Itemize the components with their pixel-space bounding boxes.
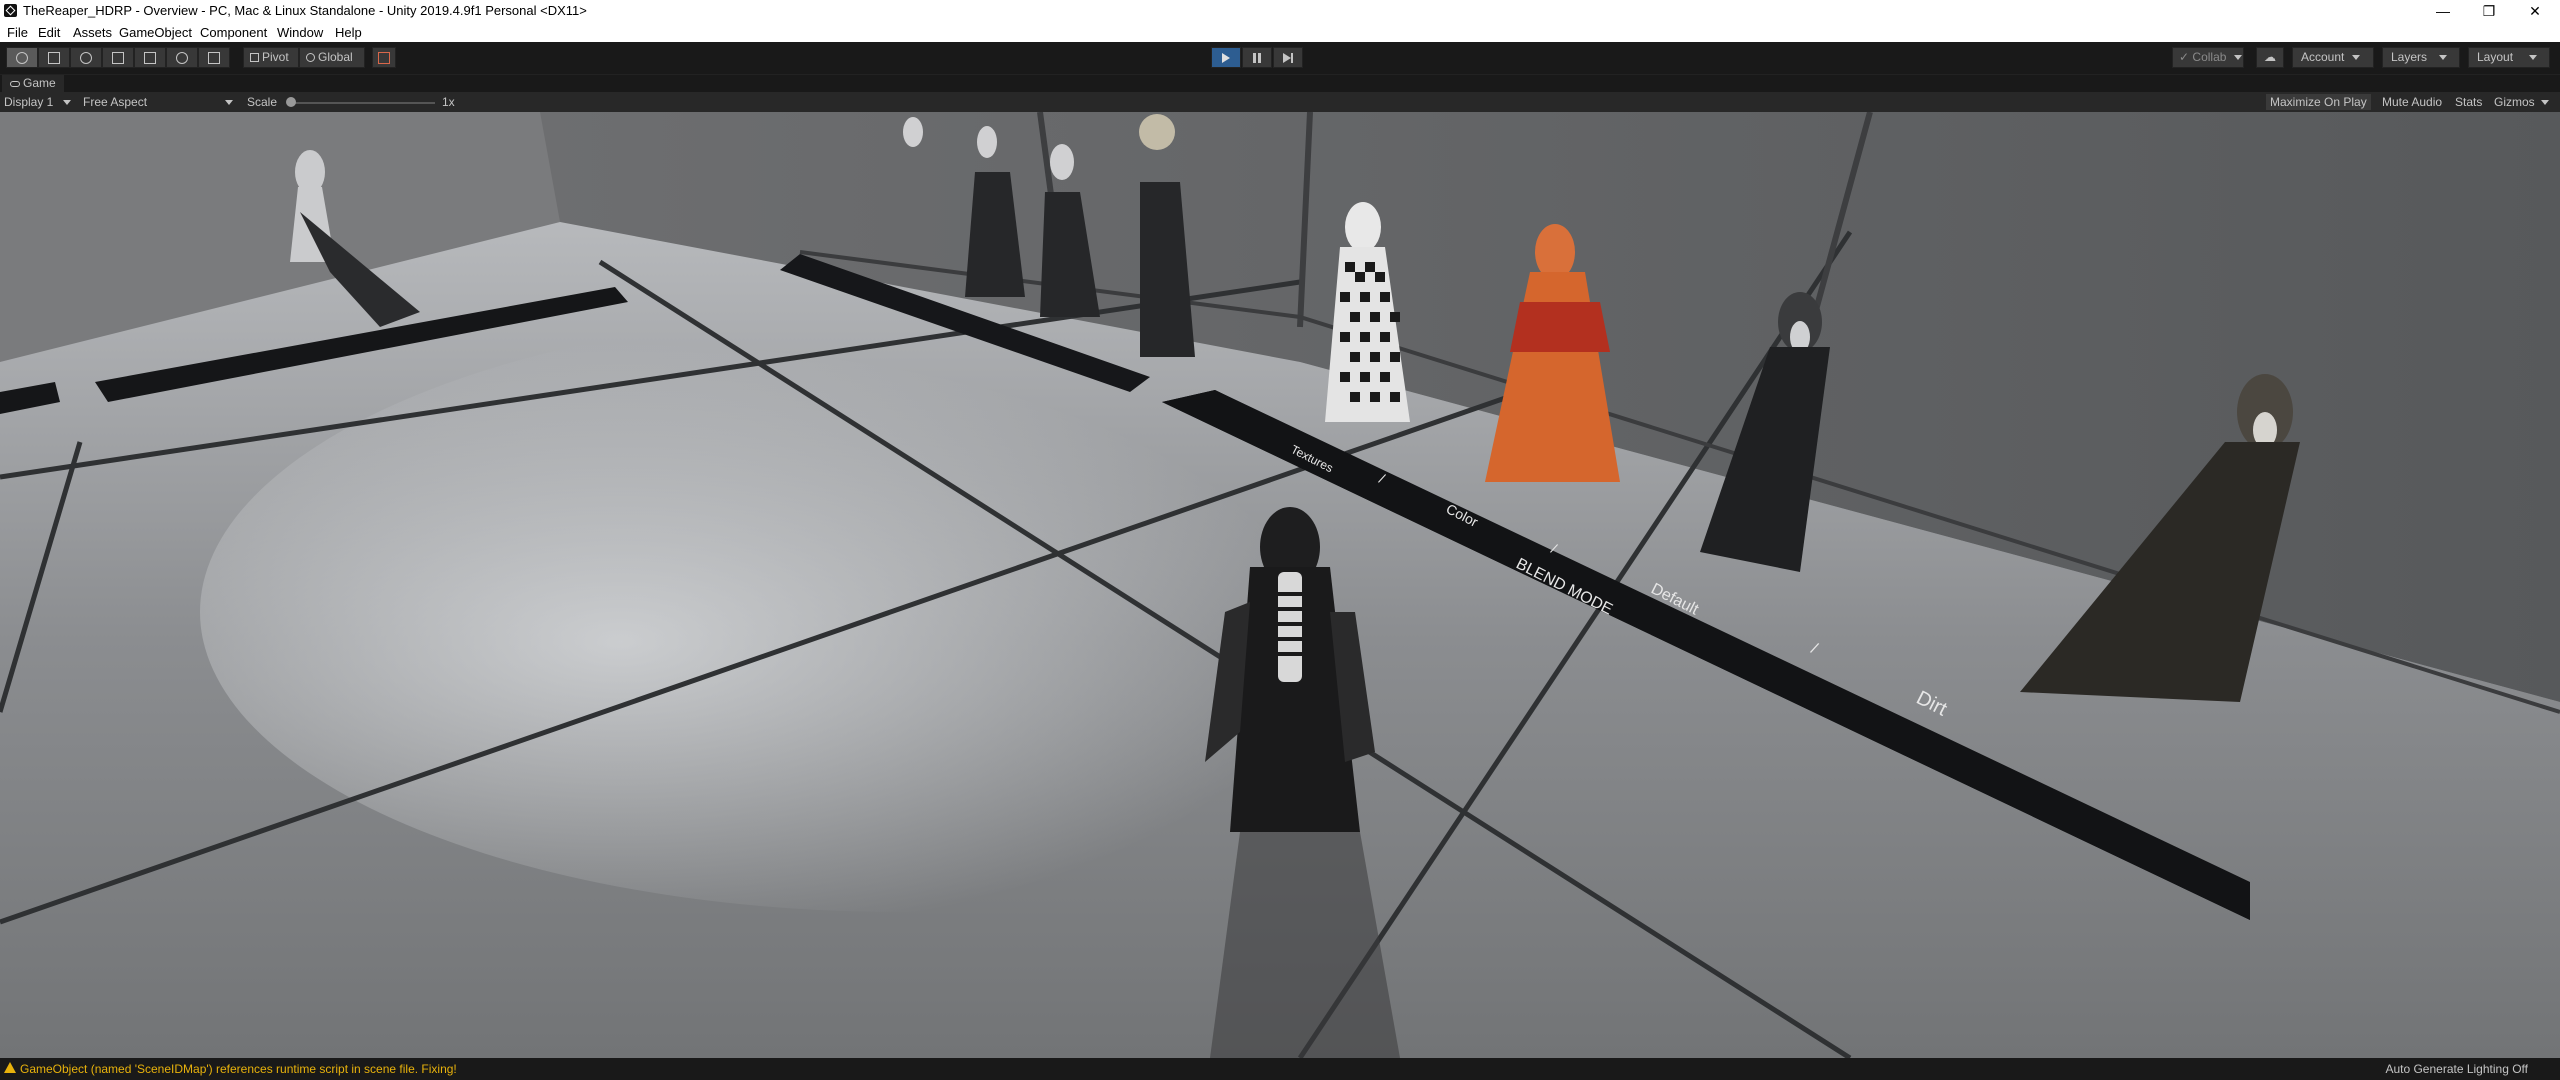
menu-bar: File Edit Assets GameObject Component Wi…: [0, 22, 2560, 42]
game-controller-icon: [10, 80, 20, 87]
account-dropdown[interactable]: Account: [2292, 47, 2374, 68]
warning-icon: [4, 1062, 16, 1073]
move-icon: [48, 51, 60, 64]
menu-edit[interactable]: Edit: [38, 25, 60, 40]
restore-button[interactable]: ❐: [2466, 0, 2512, 22]
chevron-down-icon: [2234, 55, 2243, 61]
maximize-on-play-toggle[interactable]: Maximize On Play: [2266, 94, 2371, 110]
scene-render: Textures / Color / BLEND MODE Default / …: [0, 112, 2560, 1058]
chevron-down-icon: [2540, 100, 2549, 106]
layout-dropdown[interactable]: Layout: [2468, 47, 2550, 68]
collab-dropdown[interactable]: ✓ Collab: [2172, 47, 2244, 68]
aspect-dropdown[interactable]: Free Aspect: [83, 95, 234, 109]
chevron-down-icon: [225, 100, 234, 106]
main-toolbar: Pivot Global ✓ Collab ☁ Account Layers L…: [0, 42, 2560, 74]
scale-tool-button[interactable]: [102, 47, 134, 68]
chevron-down-icon: [63, 100, 72, 106]
ceiling-light: [1139, 114, 1175, 150]
console-message[interactable]: GameObject (named 'SceneIDMap') referenc…: [20, 1062, 457, 1076]
step-button[interactable]: [1273, 47, 1303, 68]
scale-label: Scale: [247, 95, 278, 109]
step-icon: [1283, 48, 1293, 67]
menu-component[interactable]: Component: [200, 25, 267, 40]
pause-button[interactable]: [1242, 47, 1272, 68]
pivot-toggle[interactable]: Pivot: [243, 47, 299, 68]
grid-snap-icon: [378, 51, 390, 64]
menu-help[interactable]: Help: [335, 25, 362, 40]
rect-tool-button[interactable]: [134, 47, 166, 68]
menu-gameobject[interactable]: GameObject: [119, 25, 192, 40]
minimize-button[interactable]: —: [2420, 0, 2466, 22]
play-icon: [1222, 52, 1230, 63]
menu-assets[interactable]: Assets: [73, 25, 112, 40]
layers-dropdown[interactable]: Layers: [2382, 47, 2460, 68]
gizmos-dropdown[interactable]: Gizmos: [2490, 94, 2553, 110]
scale-slider-track[interactable]: [290, 102, 435, 104]
game-viewport[interactable]: Textures / Color / BLEND MODE Default / …: [0, 112, 2560, 1058]
collab-check-icon: ✓: [2179, 50, 2190, 64]
status-bar[interactable]: GameObject (named 'SceneIDMap') referenc…: [0, 1058, 2560, 1080]
global-toggle[interactable]: Global: [299, 47, 365, 68]
eye-icon: [16, 51, 28, 64]
tools-icon: [208, 51, 220, 64]
display-dropdown[interactable]: Display 1: [4, 95, 72, 109]
stats-toggle[interactable]: Stats: [2451, 94, 2486, 110]
chevron-down-icon: [2529, 55, 2538, 61]
menu-window[interactable]: Window: [277, 25, 323, 40]
window-title-bar: TheReaper_HDRP - Overview - PC, Mac & Li…: [0, 0, 2560, 22]
game-view-tab-bar: Game: [0, 74, 2560, 92]
rotate-icon: [80, 51, 92, 64]
globe-icon: [306, 53, 315, 63]
cloud-button[interactable]: ☁: [2256, 47, 2284, 68]
chevron-down-icon: [2439, 55, 2448, 61]
custom-tool-button[interactable]: [198, 47, 230, 68]
window-title: TheReaper_HDRP - Overview - PC, Mac & Li…: [23, 3, 587, 18]
scale-slider-handle[interactable]: [286, 97, 296, 107]
cloud-icon: ☁: [2264, 50, 2276, 64]
tab-game[interactable]: Game: [2, 75, 64, 92]
view-tool-button[interactable]: [6, 47, 38, 68]
menu-file[interactable]: File: [7, 25, 28, 40]
transform-icon: [176, 51, 188, 64]
move-tool-button[interactable]: [38, 47, 70, 68]
unity-logo-icon: [4, 4, 17, 17]
game-view-controls: Display 1 Free Aspect Scale 1x Maximize …: [0, 92, 2560, 112]
chevron-down-icon: [2352, 55, 2361, 61]
scale-value: 1x: [442, 95, 455, 109]
rect-icon: [144, 51, 156, 64]
lighting-status: Auto Generate Lighting Off: [2385, 1062, 2528, 1076]
play-button[interactable]: [1211, 47, 1241, 68]
rotate-tool-button[interactable]: [70, 47, 102, 68]
scale-icon: [112, 51, 124, 64]
transform-tool-button[interactable]: [166, 47, 198, 68]
close-button[interactable]: ✕: [2512, 0, 2558, 22]
snap-increment-button[interactable]: [372, 47, 396, 68]
pause-icon: [1253, 52, 1261, 63]
pivot-icon: [250, 53, 259, 63]
mute-audio-toggle[interactable]: Mute Audio: [2378, 94, 2446, 110]
